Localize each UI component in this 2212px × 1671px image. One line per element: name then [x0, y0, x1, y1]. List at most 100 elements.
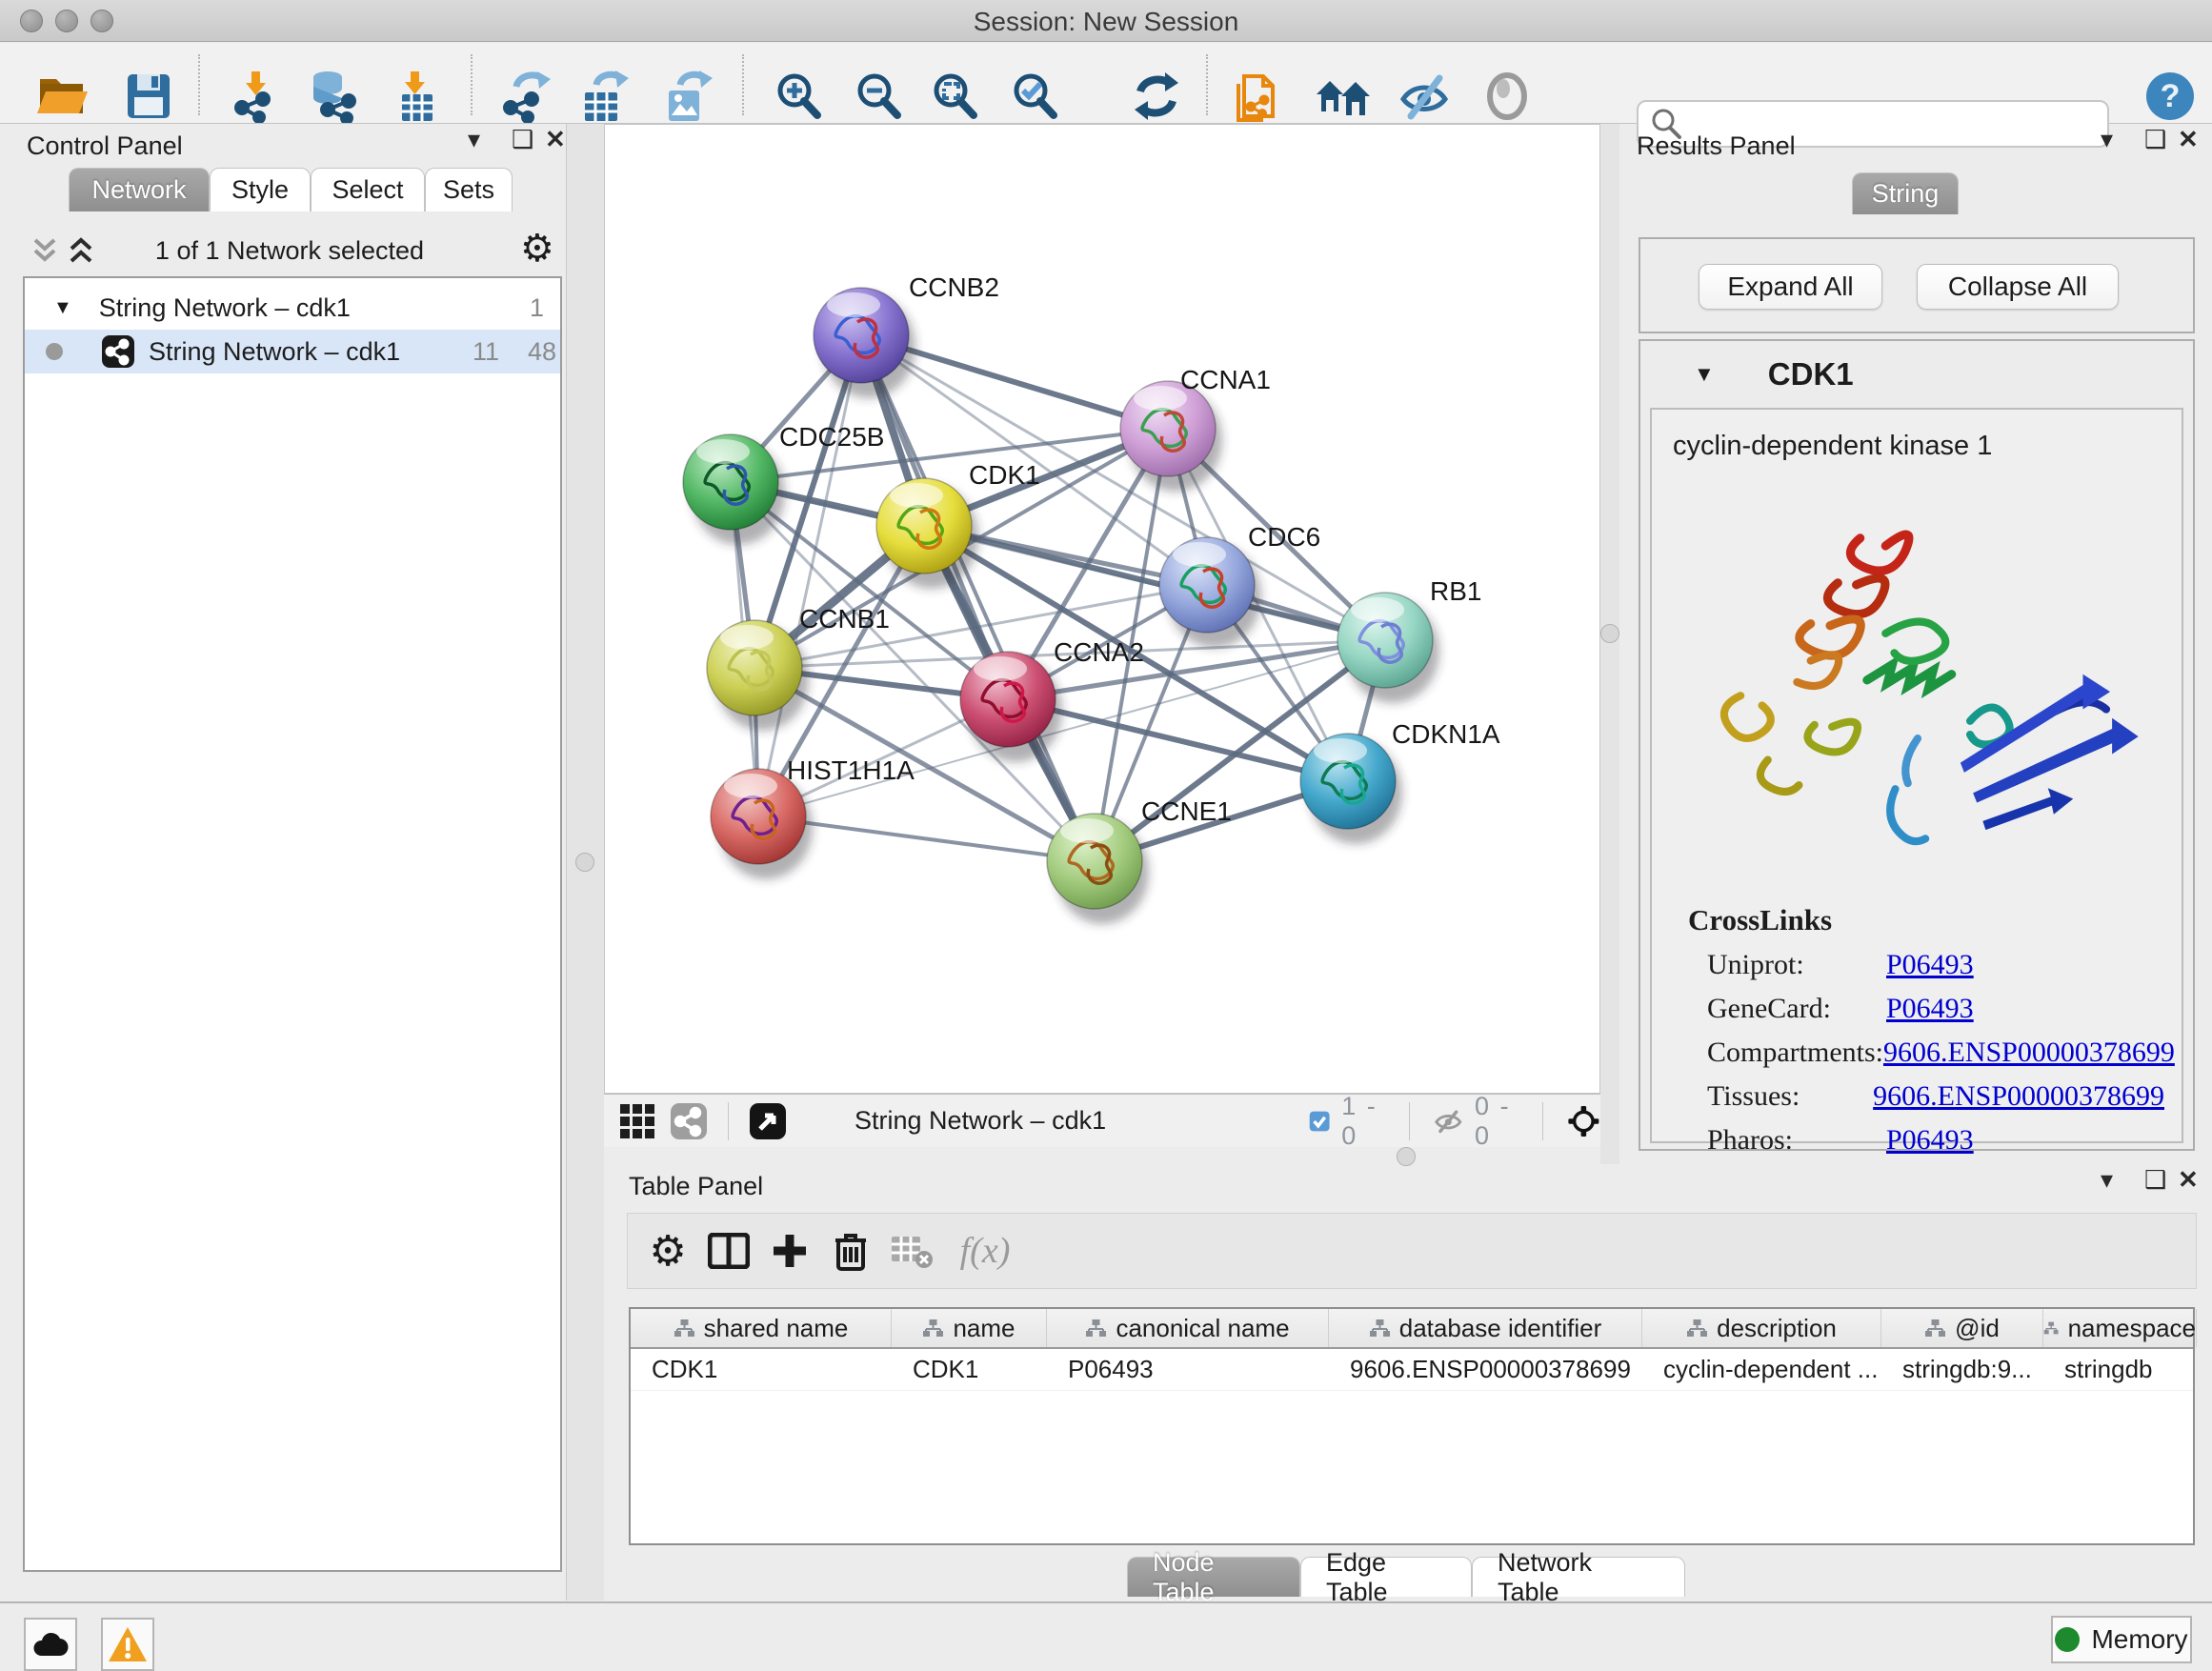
table-cell[interactable]: cyclin-dependent ...: [1642, 1349, 1881, 1390]
panel-menu-icon[interactable]: ▾: [2101, 1164, 2113, 1195]
right-splitter[interactable]: [1600, 124, 1619, 1164]
crosslink-label: Compartments:: [1707, 1037, 1883, 1069]
network-node-CDC6[interactable]: [1159, 537, 1261, 648]
network-node-HIST1H1A[interactable]: [711, 769, 813, 879]
show-columns-button[interactable]: [698, 1220, 759, 1281]
crosslink-value[interactable]: P06493: [1886, 1124, 1974, 1157]
tab-edge-table[interactable]: Edge Table: [1300, 1557, 1472, 1597]
table-cell[interactable]: stringdb: [2043, 1349, 2197, 1390]
splitter-handle[interactable]: [1600, 624, 1619, 643]
left-splitter[interactable]: [566, 124, 604, 1601]
help-button[interactable]: ?: [2142, 67, 2199, 126]
hidden-eye-icon[interactable]: [1434, 1105, 1463, 1137]
table-row[interactable]: CDK1CDK1P064939606.ENSP00000378699cyclin…: [631, 1349, 2193, 1391]
column-header-5[interactable]: @id: [1881, 1309, 2043, 1347]
splitter-handle[interactable]: [575, 853, 594, 872]
bottom-splitter[interactable]: [604, 1147, 1600, 1164]
export-network-button[interactable]: [497, 67, 554, 126]
column-header-2[interactable]: canonical name: [1047, 1309, 1329, 1347]
column-header-4[interactable]: description: [1642, 1309, 1881, 1347]
table-settings-gear-icon[interactable]: ⚙: [637, 1220, 698, 1281]
crosslink-value[interactable]: P06493: [1886, 993, 1974, 1025]
panel-close-icon[interactable]: ✕: [2178, 1164, 2199, 1195]
column-header-0[interactable]: shared name: [631, 1309, 892, 1347]
table-cell[interactable]: stringdb:9...: [1881, 1349, 2043, 1390]
panel-menu-icon[interactable]: ▾: [468, 124, 480, 154]
section-disclosure-icon[interactable]: ▼: [1694, 362, 1715, 387]
columns-icon: [708, 1233, 750, 1269]
delete-table-button[interactable]: [881, 1220, 942, 1281]
panel-float-icon[interactable]: ❑: [2144, 1164, 2166, 1195]
delete-columns-button[interactable]: [820, 1220, 881, 1281]
refresh-icon: [1131, 70, 1182, 122]
save-session-button[interactable]: [120, 67, 177, 126]
create-column-button[interactable]: [759, 1220, 820, 1281]
refresh-view-button[interactable]: [1128, 67, 1185, 126]
table-cell[interactable]: 9606.ENSP00000378699: [1329, 1349, 1642, 1390]
network-options-gear-icon[interactable]: ⚙: [520, 227, 554, 271]
collapse-all-button[interactable]: Collapse All: [1917, 264, 2119, 310]
tab-sets[interactable]: Sets: [425, 168, 513, 211]
table-cell[interactable]: CDK1: [631, 1349, 892, 1390]
function-builder-button[interactable]: f(x): [942, 1220, 1028, 1281]
zoom-out-button[interactable]: [850, 67, 907, 126]
zoom-selected-button[interactable]: [1006, 67, 1063, 126]
zoom-in-button[interactable]: [770, 67, 827, 126]
grid-view-button[interactable]: [612, 1091, 663, 1152]
splitter-handle[interactable]: [1397, 1147, 1416, 1166]
network-node-CDKN1A[interactable]: [1300, 734, 1402, 844]
main-toolbar: ?: [0, 43, 2212, 124]
column-header-3[interactable]: database identifier: [1329, 1309, 1642, 1347]
network-node-CCNA1[interactable]: [1120, 381, 1222, 492]
crosslink-value[interactable]: P06493: [1886, 949, 1974, 981]
crosshair-icon[interactable]: [1567, 1097, 1600, 1145]
network-collection-row[interactable]: ▼ String Network – cdk1 1: [25, 286, 560, 330]
import-network-file-button[interactable]: [227, 67, 284, 126]
panel-menu-icon[interactable]: ▾: [2101, 124, 2113, 154]
network-node-CCNB2[interactable]: [814, 288, 915, 398]
network-edge[interactable]: [758, 335, 861, 816]
table-cell[interactable]: CDK1: [892, 1349, 1047, 1390]
network-node-RB1[interactable]: [1337, 593, 1439, 703]
import-network-database-button[interactable]: [305, 67, 362, 126]
birdseye-view-button[interactable]: [742, 1091, 794, 1152]
network-node-CDC25B[interactable]: [683, 434, 785, 545]
zoom-fit-button[interactable]: [926, 67, 983, 126]
table-cell[interactable]: P06493: [1047, 1349, 1329, 1390]
network-canvas[interactable]: CCNB2CCNA1CDC25BCDK1CDC6RB1CCNB1CCNA2CDK…: [604, 124, 1600, 1094]
protein-header[interactable]: ▼ CDK1: [1640, 341, 2193, 408]
tab-select[interactable]: Select: [311, 168, 425, 211]
string-home-button[interactable]: [1315, 67, 1372, 126]
export-image-button[interactable]: [657, 67, 714, 126]
panel-float-icon[interactable]: ❑: [512, 124, 533, 154]
open-session-button[interactable]: [34, 67, 91, 126]
hide-glass-button[interactable]: [1397, 67, 1454, 126]
expand-all-button[interactable]: Expand All: [1699, 264, 1882, 310]
tab-network-table[interactable]: Network Table: [1472, 1557, 1685, 1597]
network-node-CDK1[interactable]: [876, 478, 978, 589]
selected-checkbox-icon[interactable]: [1309, 1106, 1330, 1137]
cloud-tasks-button[interactable]: [24, 1618, 77, 1671]
tab-network[interactable]: Network: [69, 168, 210, 211]
network-view-mode-button[interactable]: [663, 1091, 714, 1152]
network-node-CCNA2[interactable]: [960, 652, 1062, 762]
network-from-file-button[interactable]: [1233, 67, 1290, 126]
tab-string[interactable]: String: [1852, 172, 1959, 214]
warnings-button[interactable]: [101, 1618, 154, 1671]
tab-style[interactable]: Style: [210, 168, 311, 211]
show-glass-button[interactable]: [1478, 67, 1536, 126]
panel-float-icon[interactable]: ❑: [2144, 124, 2166, 154]
tab-node-table[interactable]: Node Table: [1127, 1557, 1300, 1597]
panel-close-icon[interactable]: ✕: [2178, 124, 2199, 154]
crosslink-value[interactable]: 9606.ENSP00000378699: [1883, 1037, 2175, 1069]
network-row-selected[interactable]: String Network – cdk1 11 48: [25, 330, 560, 373]
column-header-6[interactable]: namespace: [2043, 1309, 2197, 1347]
collection-disclosure-icon[interactable]: ▼: [53, 297, 72, 319]
column-header-1[interactable]: name: [892, 1309, 1047, 1347]
tab-label: Node Table: [1153, 1548, 1275, 1607]
panel-close-icon[interactable]: ✕: [545, 124, 566, 154]
memory-button[interactable]: Memory: [2051, 1616, 2192, 1663]
export-table-button[interactable]: [575, 67, 633, 126]
crosslink-value[interactable]: 9606.ENSP00000378699: [1873, 1080, 2164, 1113]
import-table-file-button[interactable]: [387, 67, 444, 126]
